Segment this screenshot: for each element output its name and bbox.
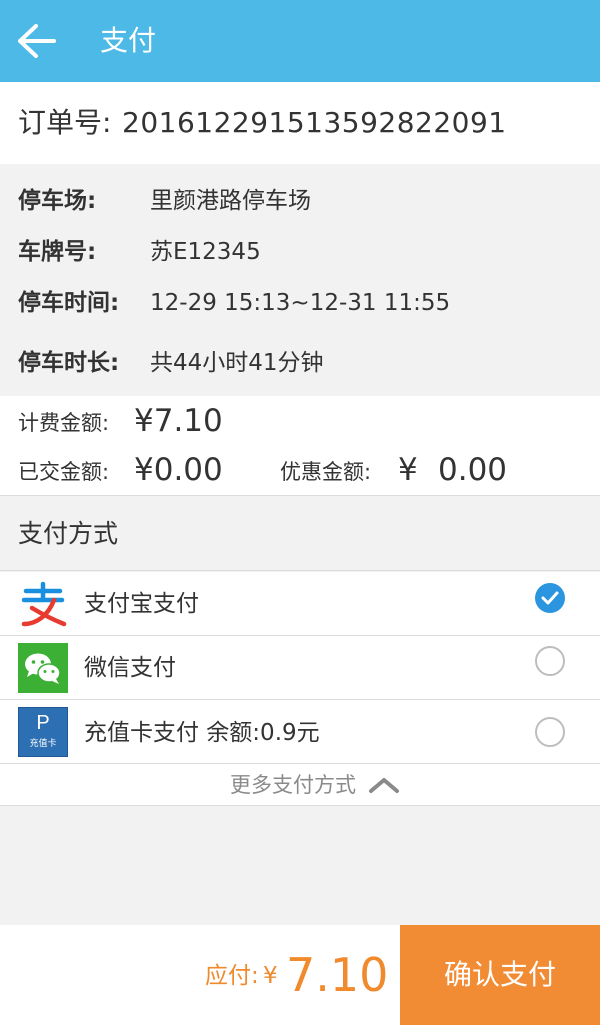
payment-option-recharge-card[interactable]: P 充值卡 充值卡支付 余额:0.9元 bbox=[0, 700, 600, 764]
detail-label: 停车时长: bbox=[18, 350, 120, 376]
recharge-card-icon: P 充值卡 bbox=[18, 707, 68, 757]
detail-value: 12-29 15:13~12-31 11:55 bbox=[150, 290, 451, 316]
radio-selected[interactable] bbox=[535, 583, 565, 613]
discount-yen: ¥ bbox=[398, 452, 418, 488]
detail-value: 共44小时41分钟 bbox=[150, 350, 324, 376]
radio-unselected[interactable] bbox=[535, 646, 565, 676]
detail-row-plate: 车牌号: 苏E12345 bbox=[0, 234, 600, 270]
payment-option-label: 微信支付 bbox=[84, 655, 176, 681]
amount-due-label: 应付: bbox=[205, 963, 259, 989]
back-button[interactable] bbox=[14, 18, 62, 64]
parking-details: 停车场: 里颜港路停车场 车牌号: 苏E12345 停车时间: 12-29 15… bbox=[0, 164, 600, 396]
chevron-up-icon bbox=[369, 778, 399, 793]
payment-option-wechat[interactable]: 微信支付 bbox=[0, 636, 600, 700]
confirm-payment-button[interactable]: 确认支付 bbox=[400, 925, 600, 1025]
detail-row-duration: 停车时长: 共44小时41分钟 bbox=[0, 345, 600, 381]
detail-label: 停车时间: bbox=[18, 290, 120, 316]
more-payment-methods[interactable]: 更多支付方式 bbox=[0, 764, 600, 806]
charge-label: 计费金额: bbox=[18, 411, 110, 435]
page-title: 支付 bbox=[100, 24, 157, 57]
detail-label: 车牌号: bbox=[18, 239, 97, 265]
discount-value: 0.00 bbox=[438, 452, 508, 488]
arrow-left-icon bbox=[18, 24, 56, 58]
detail-value: 里颜港路停车场 bbox=[150, 188, 311, 214]
payment-option-label: 支付宝支付 bbox=[84, 591, 199, 617]
card-icon-text: 充值卡 bbox=[29, 739, 57, 749]
detail-value: 苏E12345 bbox=[150, 239, 261, 265]
amount-due-value: 7.10 bbox=[286, 948, 389, 1002]
payment-footer: 应付: ¥ 7.10 确认支付 bbox=[0, 925, 600, 1025]
paid-label: 已交金额: bbox=[18, 460, 110, 484]
radio-unselected[interactable] bbox=[535, 717, 565, 747]
payment-section-title: 支付方式 bbox=[18, 519, 119, 548]
detail-row-parking-time: 停车时间: 12-29 15:13~12-31 11:55 bbox=[0, 285, 600, 321]
fee-summary: 计费金额: ¥7.10 已交金额: ¥0.00 优惠金额: ¥ 0.00 bbox=[0, 396, 600, 496]
charge-value: ¥7.10 bbox=[134, 403, 223, 439]
order-number-row: 订单号: 201612291513592822091 bbox=[0, 82, 600, 164]
order-number-value: 201612291513592822091 bbox=[122, 106, 507, 139]
order-number-label: 订单号: bbox=[18, 106, 112, 139]
amount-due-currency: ¥ bbox=[263, 963, 278, 989]
app-header: 支付 bbox=[0, 0, 600, 82]
payment-section-header: 支付方式 bbox=[0, 497, 600, 571]
discount-label: 优惠金额: bbox=[280, 460, 372, 484]
more-payment-label: 更多支付方式 bbox=[230, 773, 356, 797]
card-icon-letter: P bbox=[36, 712, 50, 734]
detail-row-parking-lot: 停车场: 里颜港路停车场 bbox=[0, 183, 600, 219]
wechat-icon bbox=[18, 643, 68, 693]
check-icon bbox=[541, 591, 559, 605]
payment-option-alipay[interactable]: 支付宝支付 bbox=[0, 572, 600, 636]
alipay-icon bbox=[18, 580, 68, 630]
detail-label: 停车场: bbox=[18, 188, 97, 214]
paid-value: ¥0.00 bbox=[134, 452, 223, 488]
payment-option-label: 充值卡支付 余额:0.9元 bbox=[84, 720, 320, 746]
